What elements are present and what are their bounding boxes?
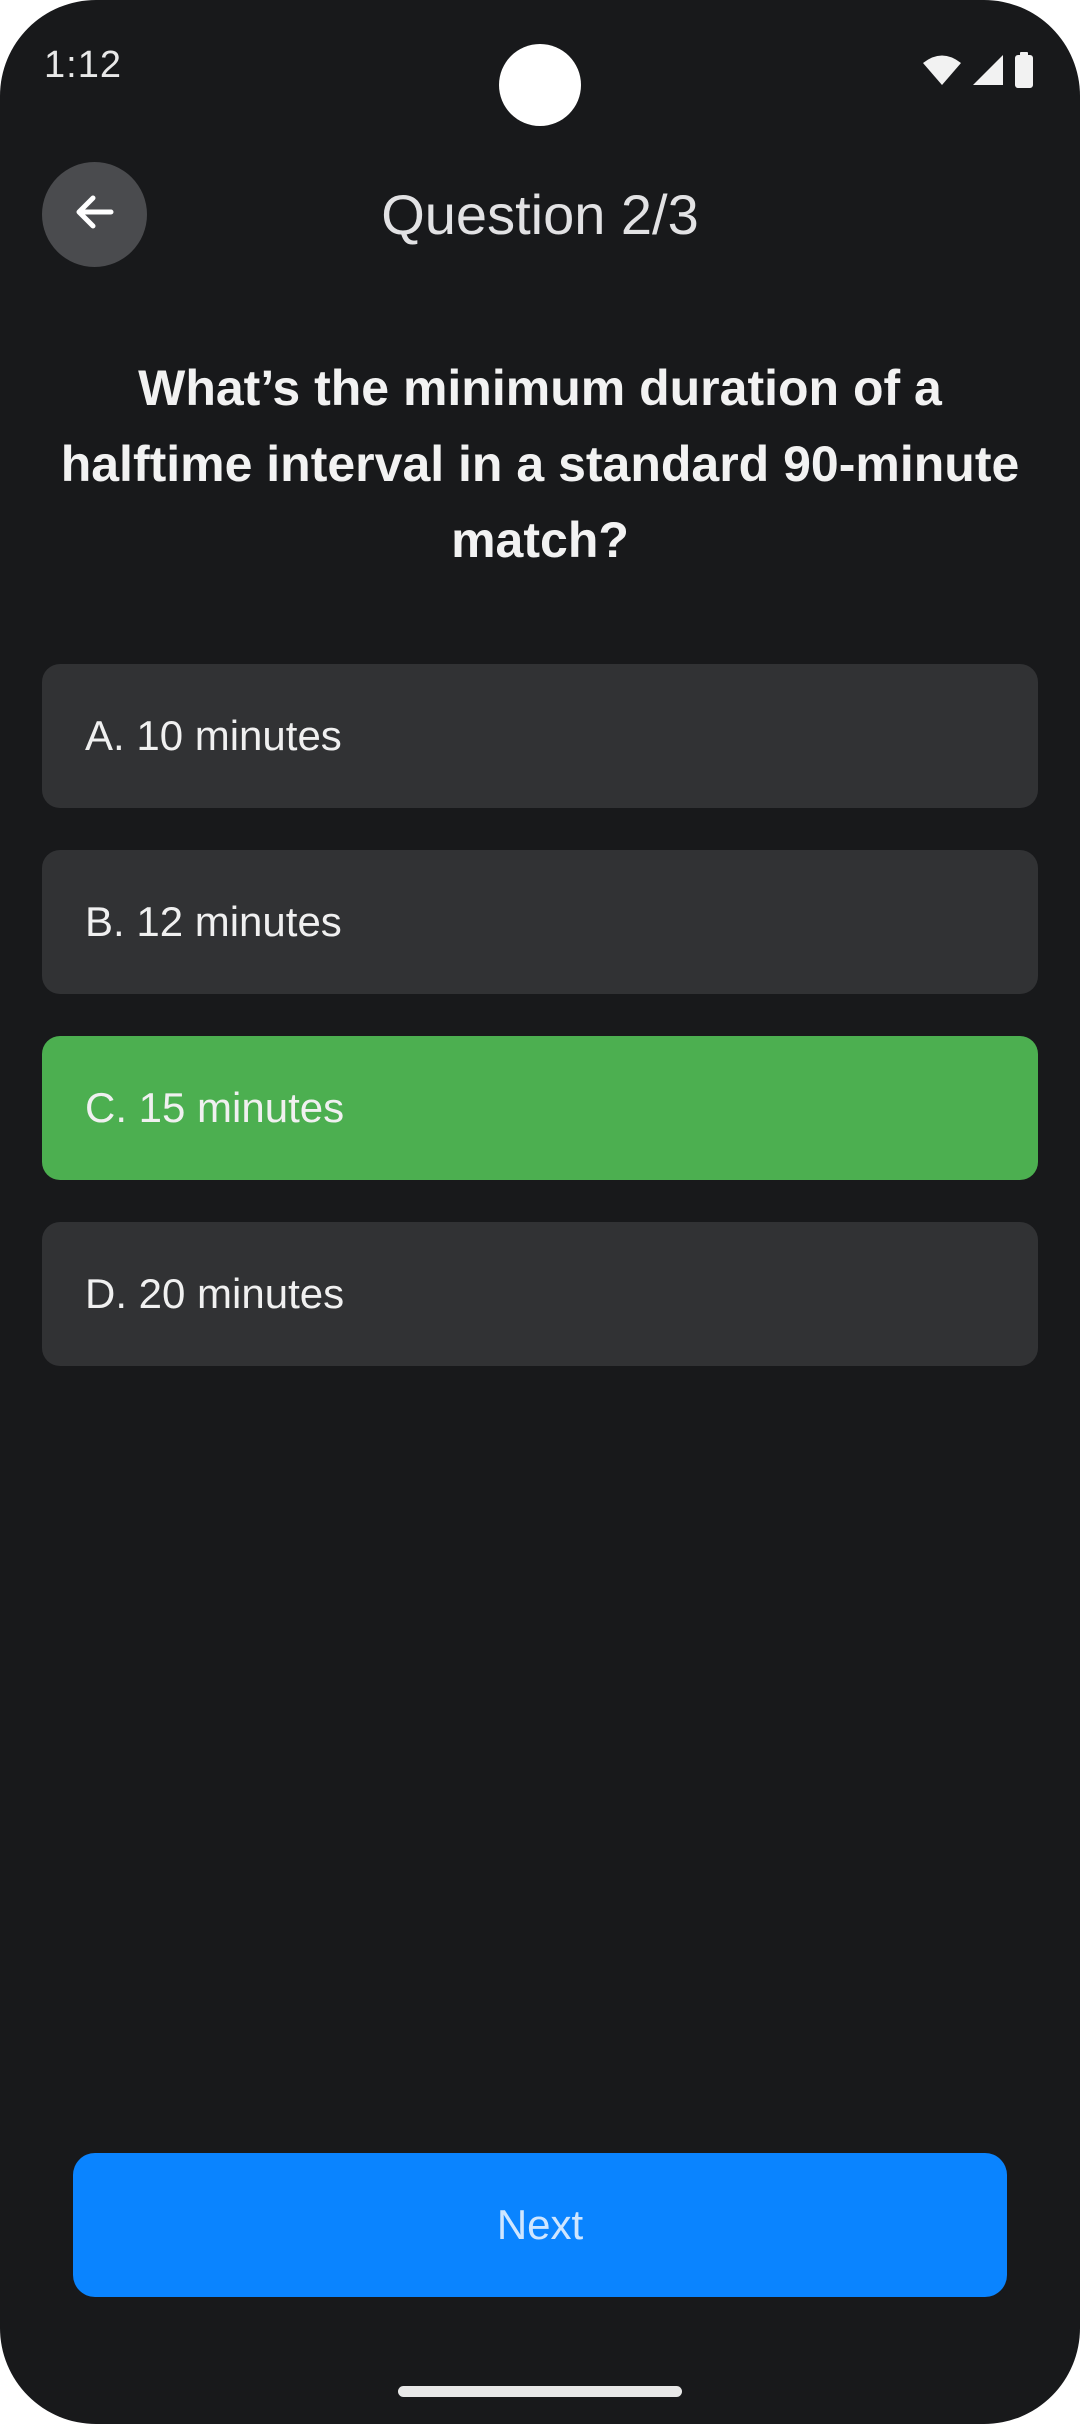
cellular-signal-icon bbox=[972, 54, 1004, 86]
option-a[interactable]: A. 10 minutes bbox=[42, 664, 1038, 808]
question-text: What’s the minimum duration of a halftim… bbox=[60, 360, 1020, 568]
next-button[interactable]: Next bbox=[73, 2153, 1007, 2297]
answer-options: A. 10 minutes B. 12 minutes C. 15 minute… bbox=[42, 664, 1038, 1408]
battery-icon bbox=[1014, 52, 1034, 88]
status-bar: 1:12 bbox=[0, 0, 1080, 140]
status-time: 1:12 bbox=[44, 44, 122, 86]
option-b[interactable]: B. 12 minutes bbox=[42, 850, 1038, 994]
home-indicator[interactable] bbox=[398, 2386, 682, 2397]
option-label: C. 15 minutes bbox=[85, 1084, 345, 1131]
page-title: Question 2/3 bbox=[381, 183, 699, 246]
screen: 1:12 Question 2/3 What’s the minimum dur… bbox=[0, 0, 1080, 2424]
option-c[interactable]: C. 15 minutes bbox=[42, 1036, 1038, 1180]
option-label: D. 20 minutes bbox=[85, 1270, 345, 1317]
option-label: A. 10 minutes bbox=[85, 712, 342, 759]
status-icons bbox=[922, 52, 1034, 88]
camera-cutout bbox=[499, 44, 581, 126]
option-d[interactable]: D. 20 minutes bbox=[42, 1222, 1038, 1366]
wifi-icon bbox=[922, 54, 962, 86]
option-label: B. 12 minutes bbox=[85, 898, 342, 945]
